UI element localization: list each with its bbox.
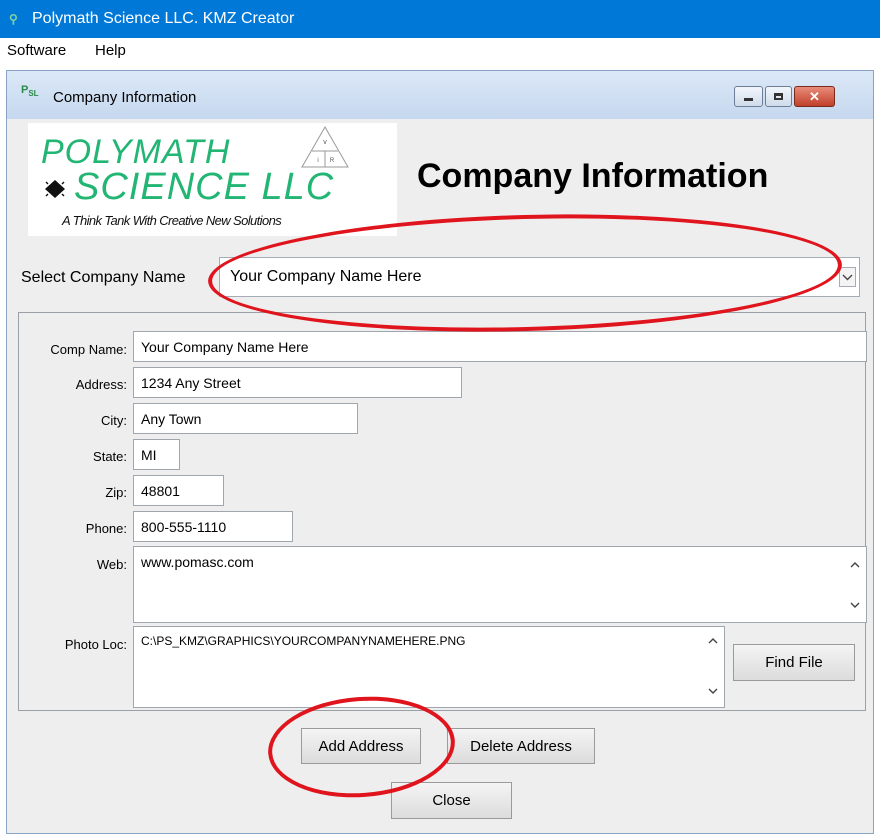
delete-address-button[interactable]: Delete Address <box>447 728 595 764</box>
close-button[interactable]: Close <box>391 782 512 819</box>
zip-label: Zip: <box>105 485 127 500</box>
close-window-button[interactable]: ✕ <box>794 86 835 107</box>
photo-loc-value: C:\PS_KMZ\GRAPHICS\YOURCOMPANYNAMEHERE.P… <box>141 634 466 648</box>
scroll-up-icon[interactable] <box>849 559 861 571</box>
company-information-dialog: PSL Company Information ✕ POLYMATH SCIEN… <box>6 70 874 834</box>
logo-tagline: A Think Tank With Creative New Solutions <box>62 213 282 228</box>
find-file-button[interactable]: Find File <box>733 644 855 681</box>
scroll-down-icon[interactable] <box>707 685 719 697</box>
company-logo: POLYMATH SCIENCE LLC A Think Tank With C… <box>28 123 397 236</box>
phone-value: 800-555-1110 <box>141 519 227 535</box>
state-label: State: <box>93 449 127 464</box>
maximize-icon <box>774 93 783 100</box>
address-label: Address: <box>75 377 127 392</box>
address-field[interactable]: 1234 Any Street <box>133 367 462 398</box>
logo-line2: SCIENCE LLC <box>74 166 335 208</box>
app-title: Polymath Science LLC. KMZ Creator <box>32 10 295 27</box>
select-company-label: Select Company Name <box>21 269 186 286</box>
chip-icon <box>45 180 65 198</box>
app-icon: ⚲ <box>9 12 18 26</box>
web-label: Web: <box>96 557 127 572</box>
state-field[interactable]: MI <box>133 439 180 470</box>
photo-loc-label: Photo Loc: <box>64 637 127 652</box>
phone-label: Phone: <box>85 521 127 536</box>
web-textarea[interactable]: www.pomasc.com <box>133 546 867 623</box>
dialog-titlebar: PSL Company Information ✕ <box>7 71 873 119</box>
close-icon: ✕ <box>809 88 820 104</box>
menu-help[interactable]: Help <box>95 42 126 60</box>
app-titlebar: ⚲ Polymath Science LLC. KMZ Creator <box>0 0 880 38</box>
chevron-down-icon <box>842 274 853 281</box>
triangle-icon: v i R <box>301 125 349 168</box>
company-details-panel: Comp Name: Your Company Name Here Addres… <box>18 312 867 711</box>
minimize-button[interactable] <box>734 86 763 107</box>
comp-name-label: Comp Name: <box>50 342 127 357</box>
triangle-top-label: v <box>323 139 327 146</box>
company-select-value: Your Company Name Here <box>230 268 422 285</box>
scroll-up-icon[interactable] <box>707 635 719 647</box>
scroll-down-icon[interactable] <box>849 599 861 611</box>
frame-icon: PSL <box>21 84 39 99</box>
city-value: Any Town <box>141 411 202 427</box>
phone-field[interactable]: 800-555-1110 <box>133 511 293 542</box>
triangle-bottom-right-label: R <box>330 158 335 164</box>
minimize-icon <box>744 98 753 101</box>
comp-name-field[interactable]: Your Company Name Here <box>133 331 867 362</box>
menubar: Software Help <box>0 38 880 64</box>
city-label: City: <box>101 413 127 428</box>
address-value: 1234 Any Street <box>141 375 241 391</box>
state-value: MI <box>141 447 157 463</box>
dialog-title: Company Information <box>53 89 197 106</box>
maximize-button[interactable] <box>765 86 792 107</box>
menu-software[interactable]: Software <box>7 42 66 60</box>
photo-loc-textarea[interactable]: C:\PS_KMZ\GRAPHICS\YOURCOMPANYNAMEHERE.P… <box>133 626 725 708</box>
city-field[interactable]: Any Town <box>133 403 358 434</box>
add-address-button[interactable]: Add Address <box>301 728 421 764</box>
comp-name-value: Your Company Name Here <box>141 339 309 355</box>
web-value: www.pomasc.com <box>141 554 254 570</box>
zip-field[interactable]: 48801 <box>133 475 224 506</box>
zip-value: 48801 <box>141 483 180 499</box>
triangle-bottom-left-label: i <box>317 158 318 164</box>
page-heading: Company Information <box>417 157 769 195</box>
select-dropdown-button[interactable] <box>839 267 856 287</box>
company-name-select[interactable]: Your Company Name Here <box>219 257 860 297</box>
